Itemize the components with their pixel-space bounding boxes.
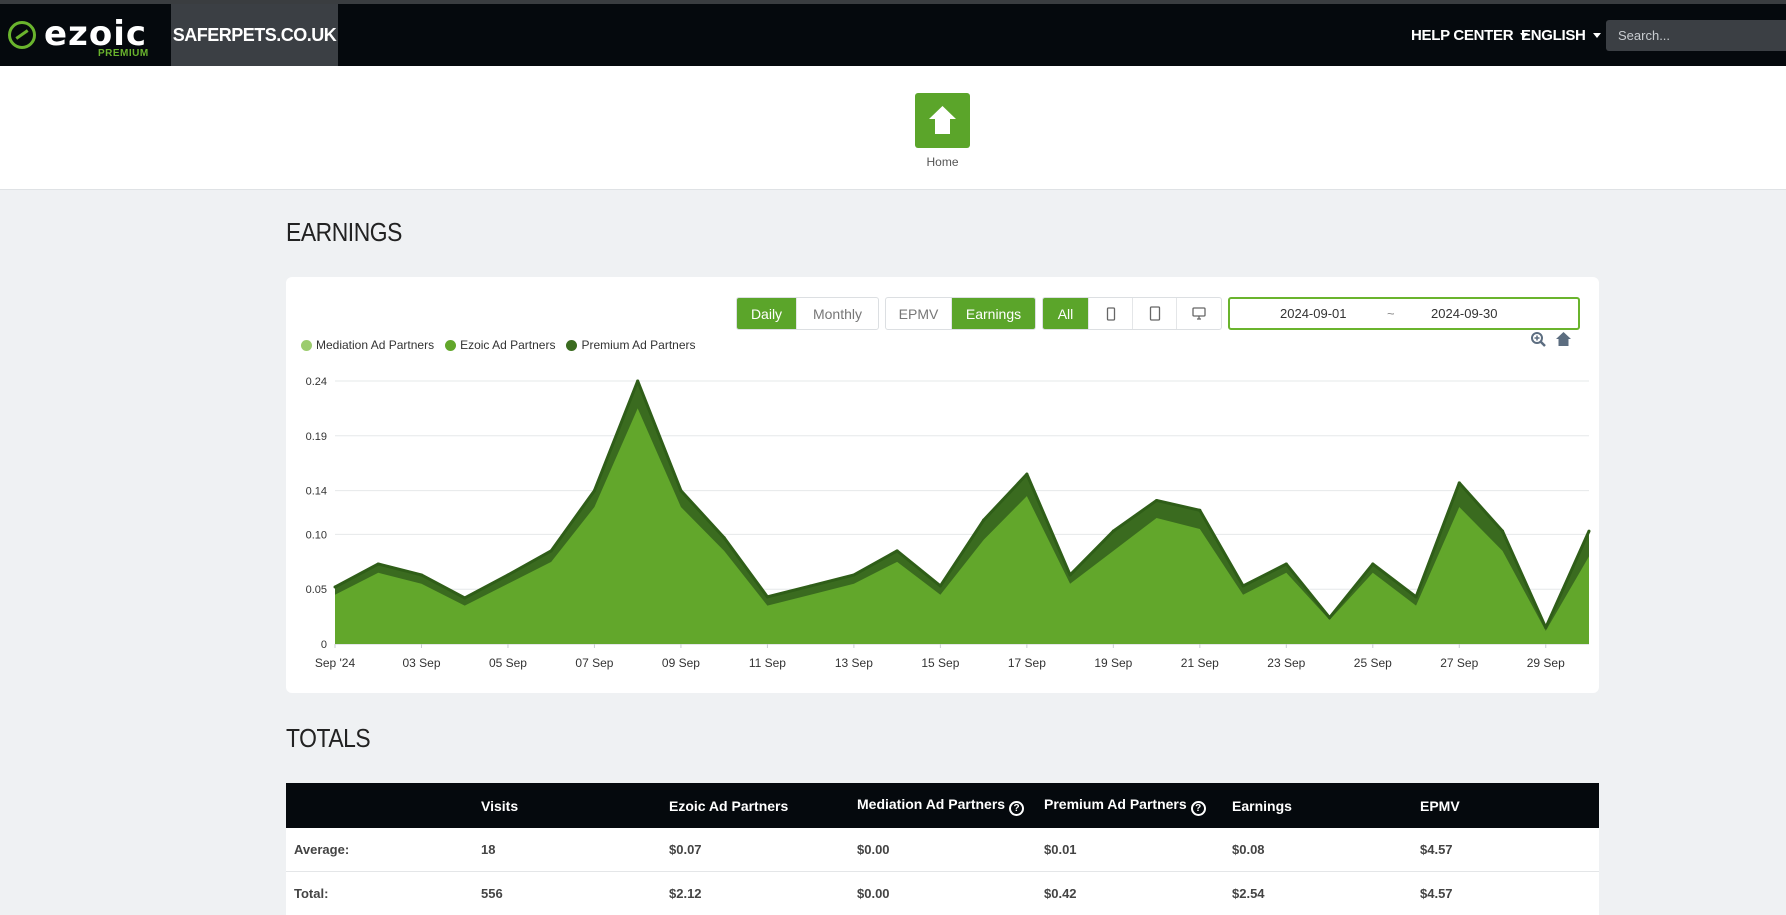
data-point (1544, 626, 1548, 630)
data-point (549, 549, 553, 553)
data-point (982, 518, 986, 522)
cell-earnings: $2.54 (1232, 886, 1265, 901)
data-point (895, 549, 899, 553)
x-tick-label: 23 Sep (1267, 656, 1305, 670)
language-label: ENGLISH (1521, 26, 1586, 44)
x-tick-label: 03 Sep (402, 656, 440, 670)
x-tick-label: Sep '24 (315, 656, 356, 670)
table-row: Average: 18 $0.07 $0.00 $0.01 $0.08 $4.5… (286, 828, 1599, 872)
x-tick-label: 25 Sep (1354, 656, 1392, 670)
data-point (1328, 616, 1332, 620)
data-point (722, 536, 726, 540)
site-selector[interactable]: SAFERPETS.CO.UK (171, 4, 338, 66)
x-tick-label: 27 Sep (1440, 656, 1478, 670)
x-tick-label: 11 Sep (749, 656, 786, 670)
help-icon[interactable]: ? (1009, 800, 1025, 816)
data-point (419, 573, 423, 577)
y-tick-label: 0.10 (306, 529, 327, 541)
totals-title: TOTALS (286, 723, 371, 753)
y-tick-label: 0 (321, 639, 327, 651)
cell-ezoic: $0.07 (669, 842, 702, 857)
help-center-menu[interactable]: HELP CENTER (1411, 4, 1529, 66)
cell-earnings: $0.08 (1232, 842, 1265, 857)
cell-ezoic: $2.12 (669, 886, 702, 901)
data-point (1025, 472, 1029, 476)
x-tick-label: 05 Sep (489, 656, 527, 670)
x-tick-label: 19 Sep (1094, 656, 1132, 670)
data-point (1198, 508, 1202, 512)
col-mediation-label: Mediation Ad Partners (857, 795, 1006, 812)
data-point (679, 489, 683, 493)
x-tick-label: 15 Sep (921, 656, 959, 670)
earnings-title: EARNINGS (286, 217, 402, 247)
data-point (938, 584, 942, 588)
data-point (376, 562, 380, 566)
data-point (1414, 595, 1418, 599)
home-band: Home (0, 66, 1786, 190)
language-menu[interactable]: ENGLISH (1521, 4, 1601, 66)
col-earnings: Earnings (1232, 797, 1292, 814)
col-ezoic: Ezoic Ad Partners (669, 797, 789, 814)
data-point (506, 573, 510, 577)
data-point (1241, 584, 1245, 588)
data-point (592, 489, 596, 493)
x-tick-label: 13 Sep (835, 656, 873, 670)
help-center-label: HELP CENTER (1411, 26, 1514, 44)
data-point (1501, 529, 1505, 533)
col-premium-label: Premium Ad Partners (1044, 795, 1187, 812)
logo-premium-label: PREMIUM (98, 48, 149, 59)
y-tick-label: 0.14 (306, 486, 327, 498)
table-row: Total: 556 $2.12 $0.00 $0.42 $2.54 $4.57 (286, 872, 1599, 915)
home-icon (929, 106, 956, 134)
help-icon[interactable]: ? (1190, 800, 1206, 816)
earnings-chart-card: Daily Monthly EPMV Earnings All 2024-09-… (286, 277, 1599, 693)
ezoic-logo[interactable]: ezoic PREMIUM (6, 12, 166, 60)
x-tick-label: 21 Sep (1181, 656, 1219, 670)
totals-table: Visits Ezoic Ad Partners Mediation Ad Pa… (286, 783, 1599, 915)
home-button[interactable] (915, 93, 970, 148)
data-point (809, 584, 813, 588)
earnings-area-chart: 0 0.05 0.10 0.14 0.19 0.24 Sep '24 03 Sep 05 Sep… (306, 376, 1591, 670)
data-point (765, 595, 769, 599)
top-navbar: ezoic PREMIUM SAFERPETS.CO.UK HELP CENTE… (0, 0, 1786, 66)
col-premium: Premium Ad Partners? (1044, 796, 1206, 816)
col-visits: Visits (481, 797, 519, 814)
data-point (1068, 573, 1072, 577)
cell-visits: 556 (481, 886, 503, 901)
cell-mediation: $0.00 (857, 886, 890, 901)
data-point (852, 573, 856, 577)
cell-epmv: $4.57 (1420, 886, 1453, 901)
col-epmv: EPMV (1420, 797, 1460, 814)
col-mediation: Mediation Ad Partners? (857, 795, 1025, 816)
data-point (1111, 529, 1115, 533)
area-ezoic-ad-partners (335, 408, 1589, 644)
data-point (333, 585, 337, 589)
ezoic-logo-icon (8, 21, 36, 49)
caret-down-icon (1592, 32, 1601, 38)
cell-mediation: $0.00 (857, 842, 890, 857)
y-tick-label: 0.24 (306, 376, 327, 388)
data-point (636, 379, 640, 383)
totals-header-row: Visits Ezoic Ad Partners Mediation Ad Pa… (286, 783, 1599, 828)
row-label: Average: (294, 842, 350, 857)
cell-visits: 18 (481, 842, 496, 857)
data-point (1587, 529, 1591, 533)
data-point (1457, 481, 1461, 485)
data-point (1284, 562, 1288, 566)
home-label: Home (926, 155, 959, 169)
data-point (463, 596, 467, 600)
row-label: Total: (294, 886, 329, 901)
search-input[interactable] (1606, 20, 1786, 51)
cell-premium: $0.01 (1044, 842, 1077, 857)
x-tick-label: 07 Sep (575, 656, 613, 670)
cell-premium: $0.42 (1044, 886, 1077, 901)
y-tick-label: 0.19 (306, 431, 327, 443)
x-tick-label: 17 Sep (1008, 656, 1046, 670)
cell-epmv: $4.57 (1420, 842, 1453, 857)
data-point (1155, 498, 1159, 502)
x-tick-label: 29 Sep (1527, 656, 1565, 670)
y-tick-label: 0.05 (306, 584, 327, 596)
data-point (1371, 562, 1375, 566)
x-tick-label: 09 Sep (662, 656, 700, 670)
